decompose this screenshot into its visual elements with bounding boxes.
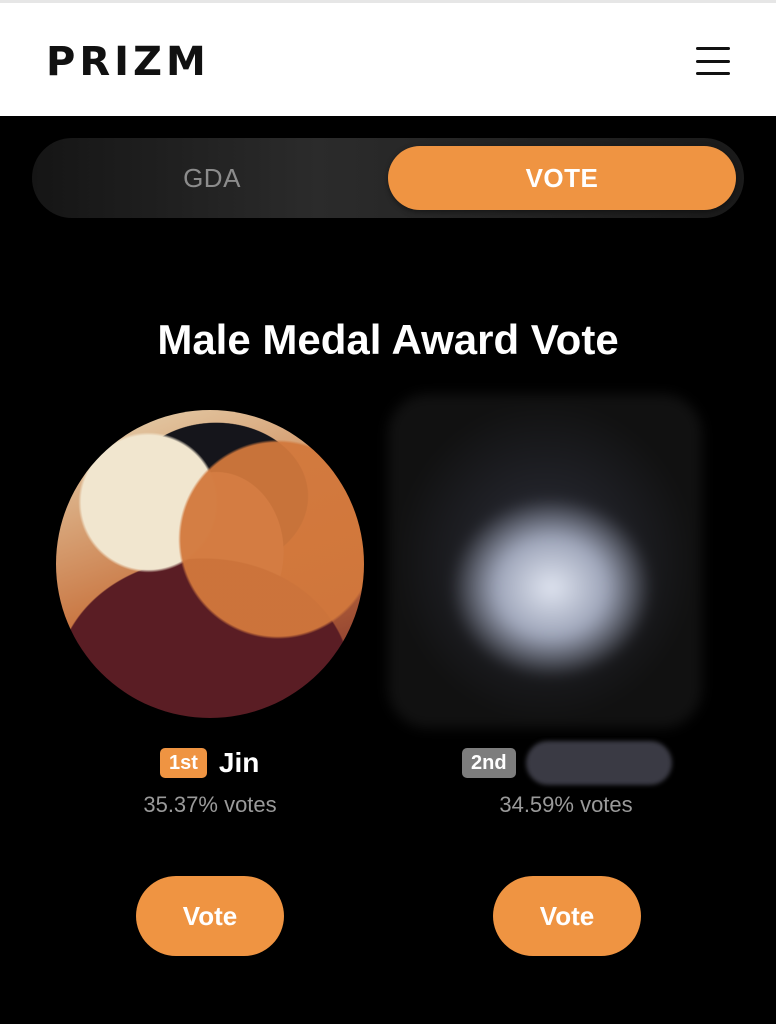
tab-switcher: GDA VOTE	[32, 138, 744, 218]
candidate-1-name-row: 1st Jin	[160, 744, 259, 782]
candidate-2-name-row: 2nd	[462, 741, 672, 785]
rank-badge-1st: 1st	[160, 748, 207, 778]
candidate-1-name: Jin	[218, 747, 260, 778]
vote-button-candidate-2[interactable]: Vote	[493, 876, 641, 956]
top-header: PRIZM	[0, 0, 776, 116]
candidate-1-photo	[56, 410, 364, 718]
candidate-1-vote-percentage: 35.37% votes	[143, 792, 277, 817]
tab-vote[interactable]: VOTE	[388, 146, 736, 210]
rank-badge-2nd: 2nd	[462, 748, 516, 778]
candidate-2-photo-blurred	[388, 394, 702, 728]
prizm-logo[interactable]: PRIZM	[46, 39, 210, 85]
page-title: Male Medal Award Vote	[157, 316, 619, 363]
vote-button-candidate-1[interactable]: Vote	[136, 876, 284, 956]
hamburger-menu-icon[interactable]	[692, 43, 734, 79]
candidate-2-vote-percentage: 34.59% votes	[499, 792, 633, 817]
candidate-2-name-redacted	[525, 741, 672, 785]
tab-gda[interactable]: GDA	[38, 146, 386, 210]
